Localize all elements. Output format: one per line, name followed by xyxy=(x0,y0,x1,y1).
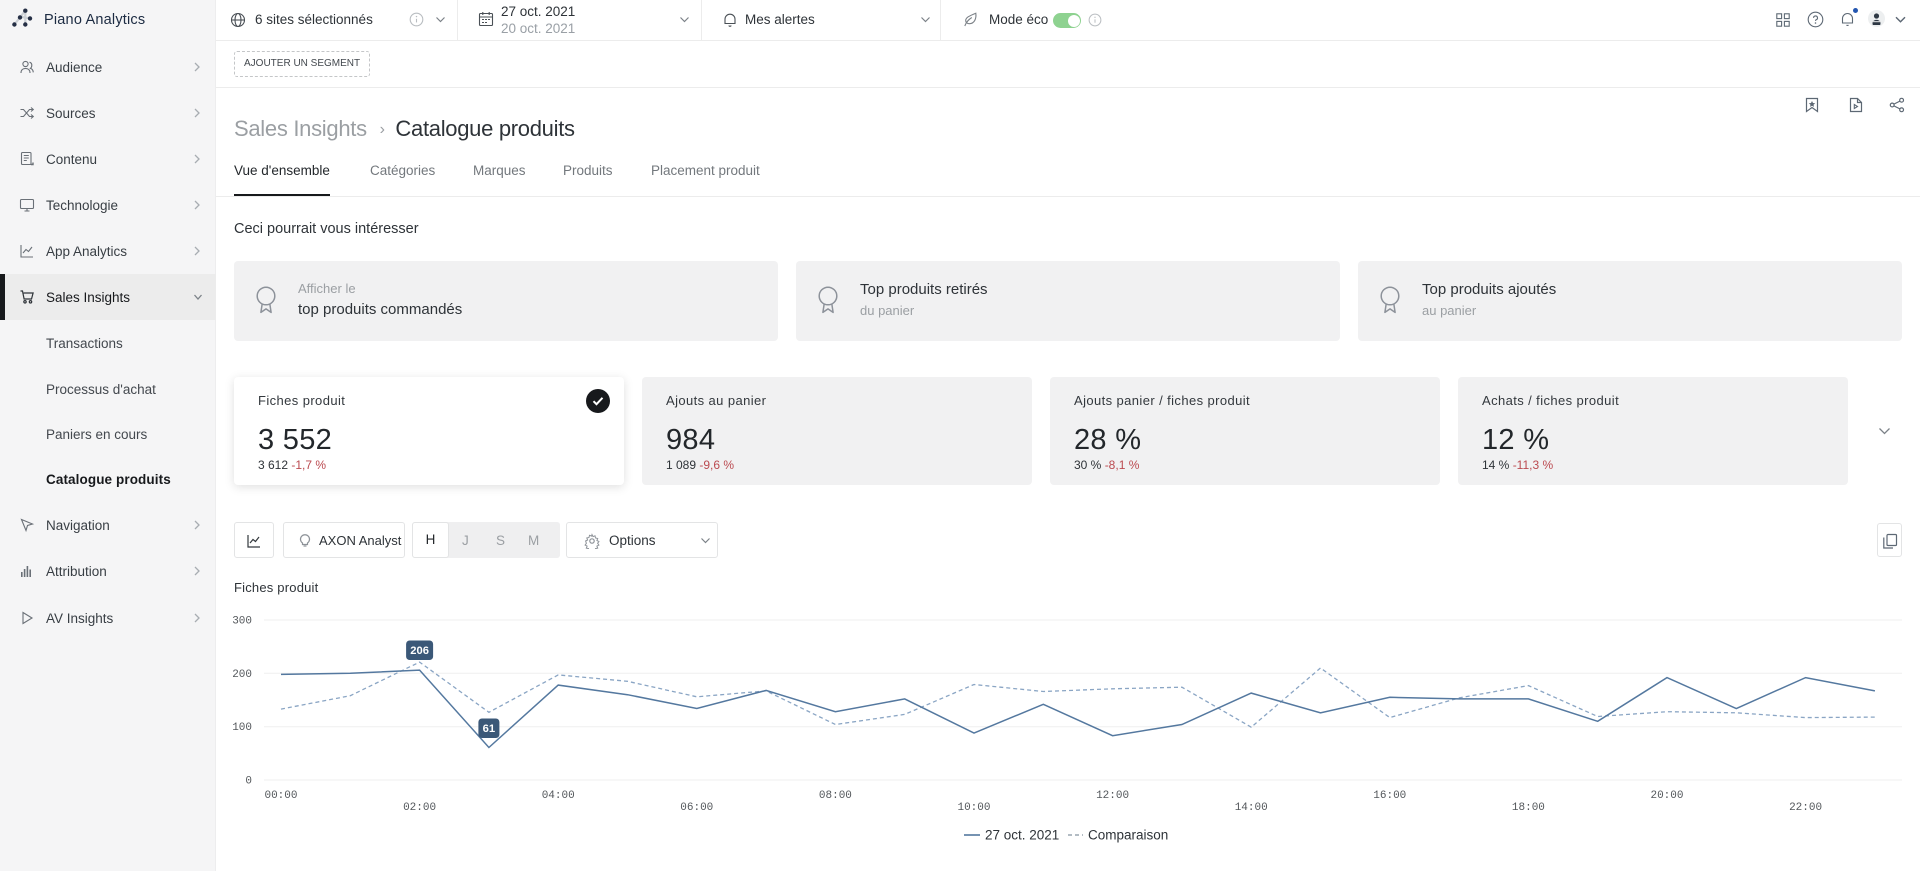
svg-text:14:00: 14:00 xyxy=(1235,802,1268,814)
svg-text:27 oct. 2021: 27 oct. 2021 xyxy=(985,828,1059,843)
svg-text:02:00: 02:00 xyxy=(403,802,436,814)
svg-text:100: 100 xyxy=(232,722,252,734)
svg-text:18:00: 18:00 xyxy=(1512,802,1545,814)
svg-text:300: 300 xyxy=(232,616,252,628)
svg-text:206: 206 xyxy=(410,645,429,657)
svg-text:Comparaison: Comparaison xyxy=(1088,828,1168,843)
svg-text:20:00: 20:00 xyxy=(1650,790,1683,802)
svg-text:10:00: 10:00 xyxy=(957,802,990,814)
svg-text:16:00: 16:00 xyxy=(1373,790,1406,802)
svg-text:04:00: 04:00 xyxy=(542,790,575,802)
svg-text:0: 0 xyxy=(245,776,252,788)
svg-text:61: 61 xyxy=(483,723,495,735)
svg-text:00:00: 00:00 xyxy=(264,790,297,802)
svg-text:08:00: 08:00 xyxy=(819,790,852,802)
svg-text:12:00: 12:00 xyxy=(1096,790,1129,802)
svg-text:22:00: 22:00 xyxy=(1789,802,1822,814)
svg-text:06:00: 06:00 xyxy=(680,802,713,814)
svg-text:200: 200 xyxy=(232,669,252,681)
